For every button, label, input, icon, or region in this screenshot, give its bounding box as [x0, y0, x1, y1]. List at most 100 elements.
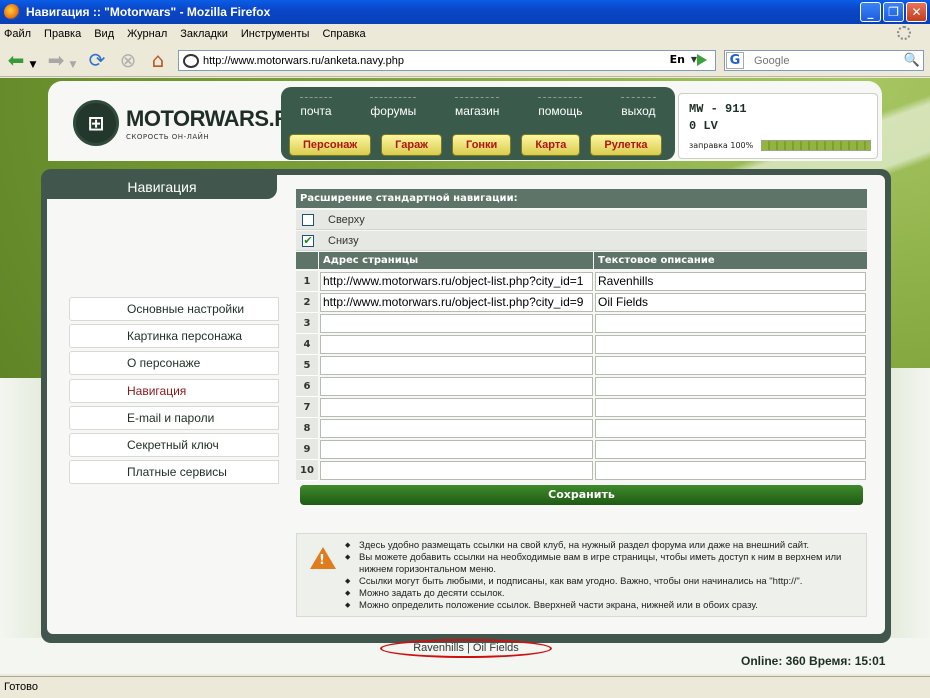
- top-link-forums[interactable]: форумы: [370, 97, 417, 118]
- close-button[interactable]: ✕: [906, 2, 927, 22]
- row-number: 9: [296, 439, 318, 460]
- row-number: 5: [296, 355, 318, 376]
- reload-icon[interactable]: ⟳: [85, 48, 109, 72]
- menu-help[interactable]: Справка: [322, 28, 365, 40]
- url-input[interactable]: http://www.motorwars.ru/object-list.php?…: [320, 272, 593, 291]
- row-number: 2: [296, 292, 318, 313]
- url-input[interactable]: [320, 314, 593, 333]
- sidebar-item-character-picture[interactable]: Картинка персонажа: [69, 324, 279, 348]
- url-input[interactable]: [320, 398, 593, 417]
- site-logo[interactable]: ⊞ MOTORWARS.RU СКОРОСТЬ ОН-ЛАЙН: [73, 100, 305, 146]
- table-row: 2 http://www.motorwars.ru/object-list.php…: [296, 292, 867, 313]
- search-engine-icon[interactable]: G: [726, 52, 744, 69]
- info-item: Вы можете добавить ссылки на необходимые…: [345, 552, 855, 576]
- maximize-button[interactable]: ❐: [883, 2, 904, 22]
- sidebar-item-main-settings[interactable]: Основные настройки: [69, 297, 279, 321]
- home-icon[interactable]: ⌂: [146, 48, 170, 72]
- logo-emblem-icon: ⊞: [73, 100, 119, 146]
- top-link-shop[interactable]: магазин: [455, 97, 500, 118]
- site-header: ⊞ MOTORWARS.RU СКОРОСТЬ ОН-ЛАЙН почта фо…: [48, 81, 882, 161]
- address-bar[interactable]: http://www.motorwars.ru/anketa.navy.php …: [178, 50, 716, 71]
- character-button[interactable]: Персонаж: [289, 134, 372, 156]
- garage-button[interactable]: Гараж: [381, 134, 442, 156]
- text-input[interactable]: Oil Fields: [595, 293, 866, 312]
- go-icon[interactable]: [697, 54, 707, 66]
- forward-history-dropdown-icon[interactable]: ▼: [68, 53, 78, 77]
- throbber-icon: [897, 26, 911, 40]
- url-input[interactable]: http://www.motorwars.ru/object-list.php?…: [320, 293, 593, 312]
- menu-bar: Файл Правка Вид Журнал Закладки Инструме…: [0, 24, 930, 43]
- fuel-bar: [761, 140, 871, 151]
- roulette-button[interactable]: Рулетка: [590, 134, 662, 156]
- map-button[interactable]: Карта: [521, 134, 581, 156]
- logo-tagline: СКОРОСТЬ ОН-ЛАЙН: [126, 132, 210, 141]
- sidebar-item-about-character[interactable]: О персонаже: [69, 351, 279, 375]
- top-link-help[interactable]: помощь: [538, 97, 583, 118]
- info-list: Здесь удобно размещать ссылки на свой кл…: [345, 540, 855, 612]
- menu-history[interactable]: Журнал: [127, 28, 167, 40]
- sidebar-item-paid-services[interactable]: Платные сервисы: [69, 460, 279, 484]
- table-row: 7: [296, 397, 867, 418]
- row-number: 10: [296, 460, 318, 481]
- menu-file[interactable]: Файл: [4, 28, 31, 40]
- sidebar-item-navigation[interactable]: Навигация: [69, 379, 279, 403]
- text-input[interactable]: Ravenhills: [595, 272, 866, 291]
- top-link-mail[interactable]: почта: [300, 97, 332, 118]
- sidebar-item-secret-key[interactable]: Секретный ключ: [69, 433, 279, 457]
- firefox-icon: [4, 4, 20, 20]
- back-icon[interactable]: ⬅: [4, 48, 28, 72]
- table-row: 8: [296, 418, 867, 439]
- url-input[interactable]: [320, 440, 593, 459]
- search-icon[interactable]: 🔍: [904, 53, 920, 68]
- url-input[interactable]: [320, 356, 593, 375]
- column-header-text: Текстовое описание: [594, 252, 867, 269]
- url-input[interactable]: [320, 377, 593, 396]
- minimize-button[interactable]: _: [860, 2, 881, 22]
- text-input[interactable]: [595, 335, 866, 354]
- text-input[interactable]: [595, 440, 866, 459]
- info-item: Можно определить положение ссылок. Вверх…: [345, 600, 855, 612]
- option-top[interactable]: Сверху: [296, 210, 867, 230]
- url-input[interactable]: [320, 461, 593, 480]
- stop-icon[interactable]: ⊗: [116, 48, 140, 72]
- table-row: 9: [296, 439, 867, 460]
- text-input[interactable]: [595, 419, 866, 438]
- text-input[interactable]: [595, 314, 866, 333]
- column-header-number: [296, 252, 318, 269]
- forward-icon[interactable]: ➡: [44, 48, 68, 72]
- address-url[interactable]: http://www.motorwars.ru/anketa.navy.php: [203, 55, 404, 67]
- option-bottom[interactable]: ✔ Снизу: [296, 231, 867, 251]
- text-input[interactable]: [595, 461, 866, 480]
- menu-bookmarks[interactable]: Закладки: [180, 28, 228, 40]
- url-input[interactable]: [320, 419, 593, 438]
- menu-view[interactable]: Вид: [94, 28, 114, 40]
- info-item: Здесь удобно размещать ссылки на свой кл…: [345, 540, 855, 552]
- sidebar-item-email-passwords[interactable]: E-mail и пароли: [69, 406, 279, 430]
- status-bar: Готово: [0, 676, 930, 698]
- window-title: Навигация :: "Motorwars" - Mozilla Firef…: [26, 5, 271, 19]
- column-header-url: Адрес страницы: [319, 252, 593, 269]
- url-input[interactable]: [320, 335, 593, 354]
- info-item: Можно задать до десяти ссылок.: [345, 588, 855, 600]
- option-bottom-label: Снизу: [328, 234, 359, 247]
- menu-edit[interactable]: Правка: [44, 28, 81, 40]
- text-input[interactable]: [595, 356, 866, 375]
- search-bar[interactable]: G 🔍: [724, 50, 924, 71]
- option-bottom-checkbox[interactable]: ✔: [302, 234, 314, 247]
- table-row: 10: [296, 460, 867, 481]
- back-history-dropdown-icon[interactable]: ▼: [28, 53, 38, 77]
- custom-navigation-links[interactable]: Ravenhills | Oil Fields: [380, 639, 552, 658]
- save-button[interactable]: Сохранить: [300, 485, 863, 505]
- menu-tools[interactable]: Инструменты: [241, 28, 310, 40]
- site-favicon-icon: [183, 53, 199, 68]
- option-top-checkbox[interactable]: [302, 213, 314, 226]
- info-box: ! Здесь удобно размещать ссылки на свой …: [296, 533, 867, 617]
- search-input[interactable]: [754, 54, 894, 67]
- text-input[interactable]: [595, 377, 866, 396]
- top-link-logout[interactable]: выход: [621, 97, 656, 118]
- races-button[interactable]: Гонки: [452, 134, 512, 156]
- window-controls: _ ❐ ✕: [860, 2, 927, 22]
- text-input[interactable]: [595, 398, 866, 417]
- form-heading: Расширение стандартной навигации:: [296, 189, 867, 208]
- top-navigation: почта форумы магазин помощь выход Персон…: [281, 87, 675, 160]
